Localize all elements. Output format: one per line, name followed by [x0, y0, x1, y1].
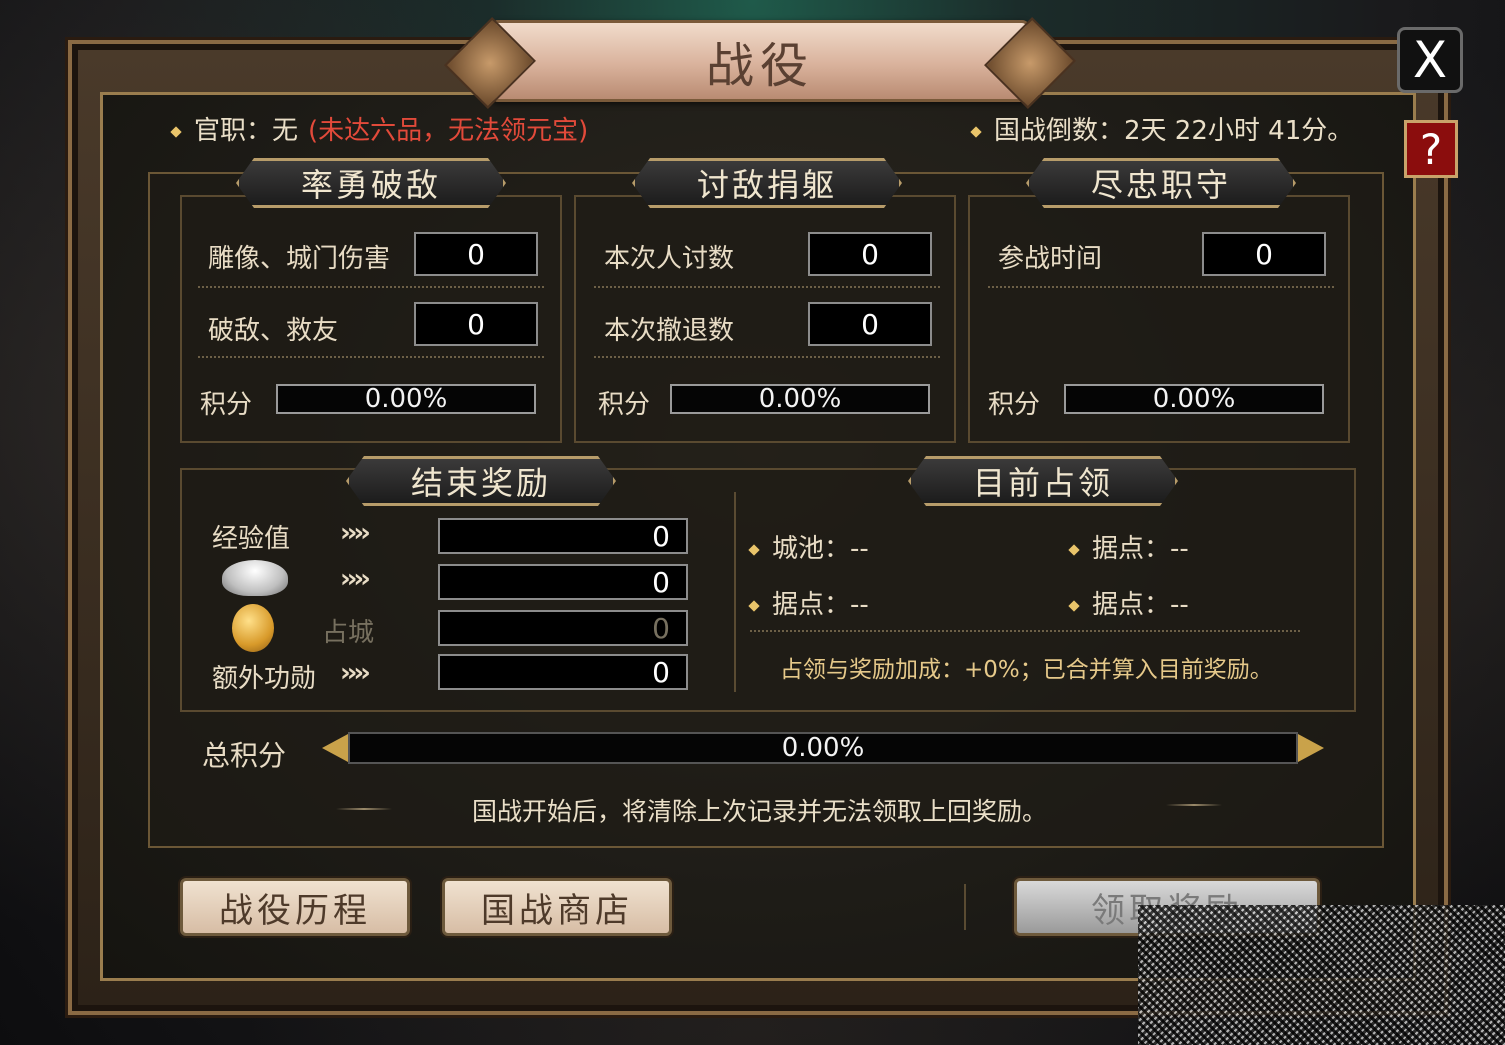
panel-sacrifice-title: 讨敌捐躯 [632, 158, 902, 208]
diamond-icon [748, 599, 760, 612]
panel-valor-title: 率勇破敌 [236, 158, 506, 208]
occupation-item-text: 据点：-- [1092, 590, 1189, 620]
diamond-icon [970, 125, 982, 138]
total-score-bar: 0.00% [348, 732, 1298, 764]
occupation-item-text: 城池：-- [772, 534, 869, 564]
occupation-item-text: 据点：-- [1092, 534, 1189, 564]
divider [594, 286, 940, 288]
divider [750, 630, 1300, 632]
occupy-value: 0 [438, 610, 688, 646]
close-button[interactable]: X [1397, 27, 1463, 93]
diamond-icon [748, 543, 760, 556]
rewards-title: 结束奖励 [346, 456, 616, 506]
extra-merit-label: 额外功勋 [212, 664, 317, 694]
panel-sacrifice-score-bar: 0.00% [670, 384, 930, 414]
diamond-icon [1068, 599, 1080, 612]
panel-valor-score-pct: 0.00% [364, 384, 448, 414]
close-icon: X [1412, 31, 1448, 89]
occupation-item-stronghold: 据点：-- [1068, 584, 1189, 621]
occupation-item-text: 据点：-- [772, 590, 869, 620]
panel-sacrifice-row1-label: 本次人讨数 [604, 244, 735, 274]
arrows-icon: ›››› [340, 658, 371, 688]
total-score-label: 总积分 [202, 739, 287, 772]
silver-value: 0 [438, 564, 688, 600]
panel-sacrifice-row1-value: 0 [808, 232, 932, 276]
panel-duty-row1-label: 参战时间 [998, 244, 1103, 274]
divider [198, 286, 544, 288]
occupation-item-city: 城池：-- [748, 528, 869, 565]
divider [198, 356, 544, 358]
divider [988, 286, 1334, 288]
diamond-icon [1068, 543, 1080, 556]
notice-text: 国战开始后，将清除上次记录并无法领取上回奖励。 [472, 797, 1048, 826]
watermark-noise [1138, 905, 1505, 1045]
panel-valor-score-label: 积分 [200, 390, 253, 420]
divider [734, 492, 736, 692]
extra-merit-value: 0 [438, 654, 688, 690]
panel-valor-row1-value: 0 [414, 232, 538, 276]
panel-valor-title-text: 率勇破敌 [300, 166, 441, 204]
exp-label: 经验值 [212, 524, 291, 554]
silver-ingot-icon [222, 560, 288, 596]
occupation-title: 目前占领 [908, 456, 1178, 506]
countdown-text: 国战倒数：2天 22小时 41分。 [994, 116, 1354, 146]
panel-valor-score-bar: 0.00% [276, 384, 536, 414]
title-plate: 战役 [490, 20, 1030, 102]
exp-value: 0 [438, 518, 688, 554]
war-shop-button[interactable]: 国战商店 [442, 878, 672, 936]
rank-label: 官职：无 [194, 116, 299, 146]
panel-duty-score-bar: 0.00% [1064, 384, 1324, 414]
panel-duty-title: 尽忠职守 [1026, 158, 1296, 208]
occupy-label: 占城 [322, 618, 375, 648]
divider [594, 356, 940, 358]
panel-valor-row2-label: 破敌、救友 [208, 316, 339, 346]
panel-sacrifice-score-label: 积分 [598, 390, 651, 420]
panel-duty-score-label: 积分 [988, 390, 1041, 420]
arrows-icon: ›››› [340, 564, 371, 594]
total-score-pct: 0.00% [781, 733, 865, 763]
panel-duty-score-pct: 0.00% [1152, 384, 1236, 414]
panel-sacrifice-title-text: 讨敌捐躯 [696, 166, 837, 204]
war-countdown: 国战倒数：2天 22小时 41分。 [970, 110, 1354, 147]
help-button[interactable]: ? [1404, 120, 1458, 178]
decoration [1166, 804, 1222, 806]
panel-sacrifice-score-pct: 0.00% [758, 384, 842, 414]
battle-history-button[interactable]: 战役历程 [180, 878, 410, 936]
occupation-bonus-note: 占领与奖励加成：+0%；已合并算入目前奖励。 [780, 657, 1273, 683]
divider [964, 884, 966, 930]
rank-info: 官职：无 (未达六品，无法领元宝) [170, 110, 589, 147]
decoration [336, 808, 392, 810]
diamond-icon [170, 125, 182, 138]
gold-medal-icon [232, 604, 274, 652]
arrows-icon: ›››› [340, 518, 371, 548]
panel-duty-row1-value: 0 [1202, 232, 1326, 276]
panel-sacrifice-row2-value: 0 [808, 302, 932, 346]
window-title: 战役 [705, 38, 814, 94]
help-icon: ? [1419, 124, 1443, 174]
rewards-title-text: 结束奖励 [410, 464, 551, 502]
panel-sacrifice-row2-label: 本次撤退数 [604, 316, 735, 346]
occupation-item-stronghold: 据点：-- [1068, 528, 1189, 565]
occupation-title-text: 目前占领 [972, 464, 1113, 502]
panel-duty-title-text: 尽忠职守 [1090, 166, 1231, 204]
panel-valor-row2-value: 0 [414, 302, 538, 346]
occupation-item-stronghold: 据点：-- [748, 584, 869, 621]
rank-warning: (未达六品，无法领元宝) [308, 116, 589, 146]
panel-valor-row1-label: 雕像、城门伤害 [208, 244, 391, 274]
